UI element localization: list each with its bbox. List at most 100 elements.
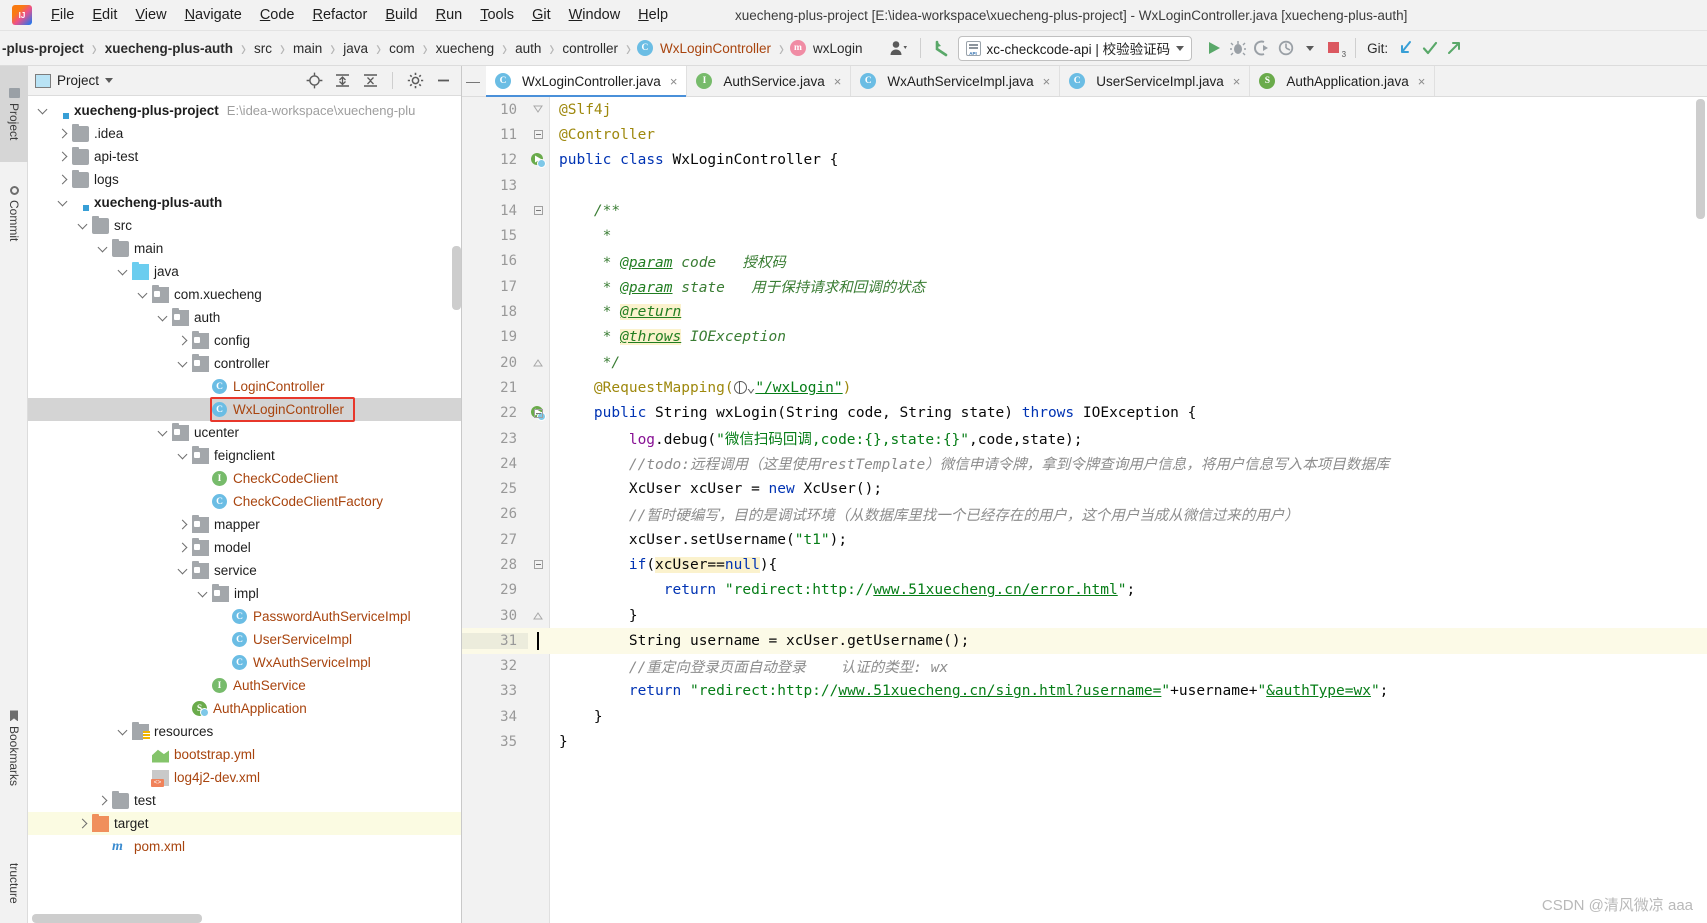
tree-node[interactable]: test	[28, 789, 461, 812]
git-commit-icon[interactable]	[1418, 36, 1442, 60]
code-line[interactable]: 19 * @throws IOException	[462, 325, 1707, 350]
code-line[interactable]: 23 log.debug("微信扫码回调,code:{},state:{}",c…	[462, 426, 1707, 451]
chevron-down-icon[interactable]	[196, 587, 210, 601]
tree-node[interactable]: C WxLoginController	[28, 398, 461, 421]
profiler-button[interactable]	[1274, 36, 1298, 60]
menu-file[interactable]: File	[42, 4, 83, 26]
chevron-down-icon[interactable]	[176, 357, 190, 371]
menu-code[interactable]: Code	[251, 4, 304, 26]
close-icon[interactable]: ×	[1043, 74, 1051, 89]
code-fold-marker[interactable]	[534, 130, 543, 140]
menu-git[interactable]: Git	[523, 4, 560, 26]
code-line[interactable]: 13	[462, 173, 1707, 198]
editor-tab-authservice-java[interactable]: I AuthService.java ×	[687, 66, 852, 96]
chevron-down-icon[interactable]	[156, 426, 170, 440]
code-line[interactable]: 25 XcUser xcUser = new XcUser();	[462, 476, 1707, 501]
tree-node[interactable]: .idea	[28, 122, 461, 145]
chevron-down-icon[interactable]	[136, 288, 150, 302]
back-arrow-icon[interactable]	[930, 36, 954, 60]
project-panel-hscrollbar[interactable]	[32, 914, 202, 923]
run-with-coverage-button[interactable]	[1250, 36, 1274, 60]
menu-navigate[interactable]: Navigate	[176, 4, 251, 26]
tree-node[interactable]: xuecheng-plus-project E:\idea-workspace\x…	[28, 99, 461, 122]
tree-node[interactable]: S AuthApplication	[28, 697, 461, 720]
code-line[interactable]: 34 }	[462, 704, 1707, 729]
menu-help[interactable]: Help	[629, 4, 677, 26]
code-line[interactable]: 14 /**	[462, 198, 1707, 223]
code-line[interactable]: 21 @RequestMapping(⌄"/wxLogin")	[462, 375, 1707, 400]
tree-node[interactable]: C LoginController	[28, 375, 461, 398]
chevron-down-icon[interactable]	[36, 104, 50, 118]
breadcrumb-com[interactable]: com	[387, 41, 417, 56]
run-button[interactable]	[1202, 36, 1226, 60]
tree-node[interactable]: target	[28, 812, 461, 835]
breadcrumb-project[interactable]: -plus-project	[0, 41, 86, 56]
close-icon[interactable]: ×	[1418, 74, 1426, 89]
code-line[interactable]: 27 xcUser.setUsername("t1");	[462, 527, 1707, 552]
stop-button[interactable]: 3	[1322, 36, 1346, 60]
tree-node[interactable]: logs	[28, 168, 461, 191]
hide-panel-icon[interactable]	[432, 70, 454, 92]
code-line[interactable]: 12 public class WxLoginController {	[462, 148, 1707, 173]
tree-node[interactable]: xuecheng-plus-auth	[28, 191, 461, 214]
code-fold-marker[interactable]	[533, 358, 543, 367]
code-line[interactable]: 28 if(xcUser==null){	[462, 552, 1707, 577]
tree-node[interactable]: com.xuecheng	[28, 283, 461, 306]
chevron-down-icon[interactable]	[56, 196, 70, 210]
editor-viewport[interactable]: 10 @Slf4j 11 @Controller 12 public class WxLo…	[462, 97, 1707, 923]
code-line[interactable]: 31 String username = xcUser.getUsername(…	[462, 628, 1707, 654]
tree-node[interactable]: java	[28, 260, 461, 283]
code-line[interactable]: 11 @Controller	[462, 122, 1707, 147]
tree-node[interactable]: C PasswordAuthServiceImpl	[28, 605, 461, 628]
chevron-down-icon[interactable]	[105, 78, 114, 83]
sidebar-item-project[interactable]: Project	[0, 66, 28, 162]
tree-node[interactable]: service	[28, 559, 461, 582]
spring-bean-marker-icon[interactable]	[528, 148, 550, 173]
tree-node[interactable]: model	[28, 536, 461, 559]
editor-scrollbar[interactable]	[1696, 99, 1705, 219]
git-push-icon[interactable]	[1442, 36, 1466, 60]
close-icon[interactable]: ×	[1233, 74, 1241, 89]
breadcrumb-auth[interactable]: auth	[513, 41, 543, 56]
chevron-down-icon[interactable]	[116, 265, 130, 279]
tree-node[interactable]: I CheckCodeClient	[28, 467, 461, 490]
tree-node[interactable]: api-test	[28, 145, 461, 168]
code-fold-marker[interactable]	[534, 408, 543, 418]
editor-tab-wxauthserviceimpl-java[interactable]: C WxAuthServiceImpl.java ×	[851, 66, 1061, 96]
breadcrumb-controller[interactable]: controller	[560, 41, 620, 56]
breadcrumb-main[interactable]: main	[291, 41, 324, 56]
code-fold-marker[interactable]	[534, 560, 543, 570]
code-line[interactable]: 26 //暂时硬编写，目的是调试环境（从数据库里找一个已经存在的用户，这个用户当…	[462, 502, 1707, 527]
menu-refactor[interactable]: Refactor	[304, 4, 377, 26]
project-panel-scrollbar[interactable]	[452, 246, 461, 310]
gear-icon[interactable]	[404, 70, 426, 92]
tree-node[interactable]: C WxAuthServiceImpl	[28, 651, 461, 674]
close-icon[interactable]: ×	[670, 74, 678, 89]
tree-node[interactable]: ucenter	[28, 421, 461, 444]
tree-node[interactable]: feignclient	[28, 444, 461, 467]
editor-tab-userserviceimpl-java[interactable]: C UserServiceImpl.java ×	[1060, 66, 1251, 96]
close-icon[interactable]: ×	[834, 74, 842, 89]
code-line[interactable]: 16 * @param code 授权码	[462, 249, 1707, 274]
chevron-right-icon[interactable]	[96, 794, 110, 808]
tree-node[interactable]: I AuthService	[28, 674, 461, 697]
tree-node[interactable]: C UserServiceImpl	[28, 628, 461, 651]
code-content[interactable]: 10 @Slf4j 11 @Controller 12 public class WxLo…	[462, 97, 1707, 923]
sidebar-item-bookmarks[interactable]: Bookmarks	[0, 686, 28, 811]
chevron-down-icon[interactable]	[96, 242, 110, 256]
code-line[interactable]: 35}	[462, 729, 1707, 754]
sidebar-item-structure[interactable]: tructure	[0, 836, 28, 923]
tree-node[interactable]: log4j2-dev.xml	[28, 766, 461, 789]
editor-tab-authapplication-java[interactable]: S AuthApplication.java ×	[1250, 66, 1436, 96]
git-update-project-icon[interactable]	[1394, 36, 1418, 60]
breadcrumb-method[interactable]: wxLogin	[811, 41, 865, 56]
tree-node[interactable]: C CheckCodeClientFactory	[28, 490, 461, 513]
menu-run[interactable]: Run	[427, 4, 472, 26]
menu-window[interactable]: Window	[560, 4, 630, 26]
expand-all-icon[interactable]	[331, 70, 353, 92]
user-avatar-icon[interactable]	[887, 36, 911, 60]
code-fold-marker[interactable]	[533, 611, 543, 620]
code-line[interactable]: 33 return "redirect:http://www.51xuechen…	[462, 679, 1707, 704]
code-line[interactable]: 22 public String wxLogin(String code, St…	[462, 401, 1707, 426]
tree-node[interactable]: mapper	[28, 513, 461, 536]
